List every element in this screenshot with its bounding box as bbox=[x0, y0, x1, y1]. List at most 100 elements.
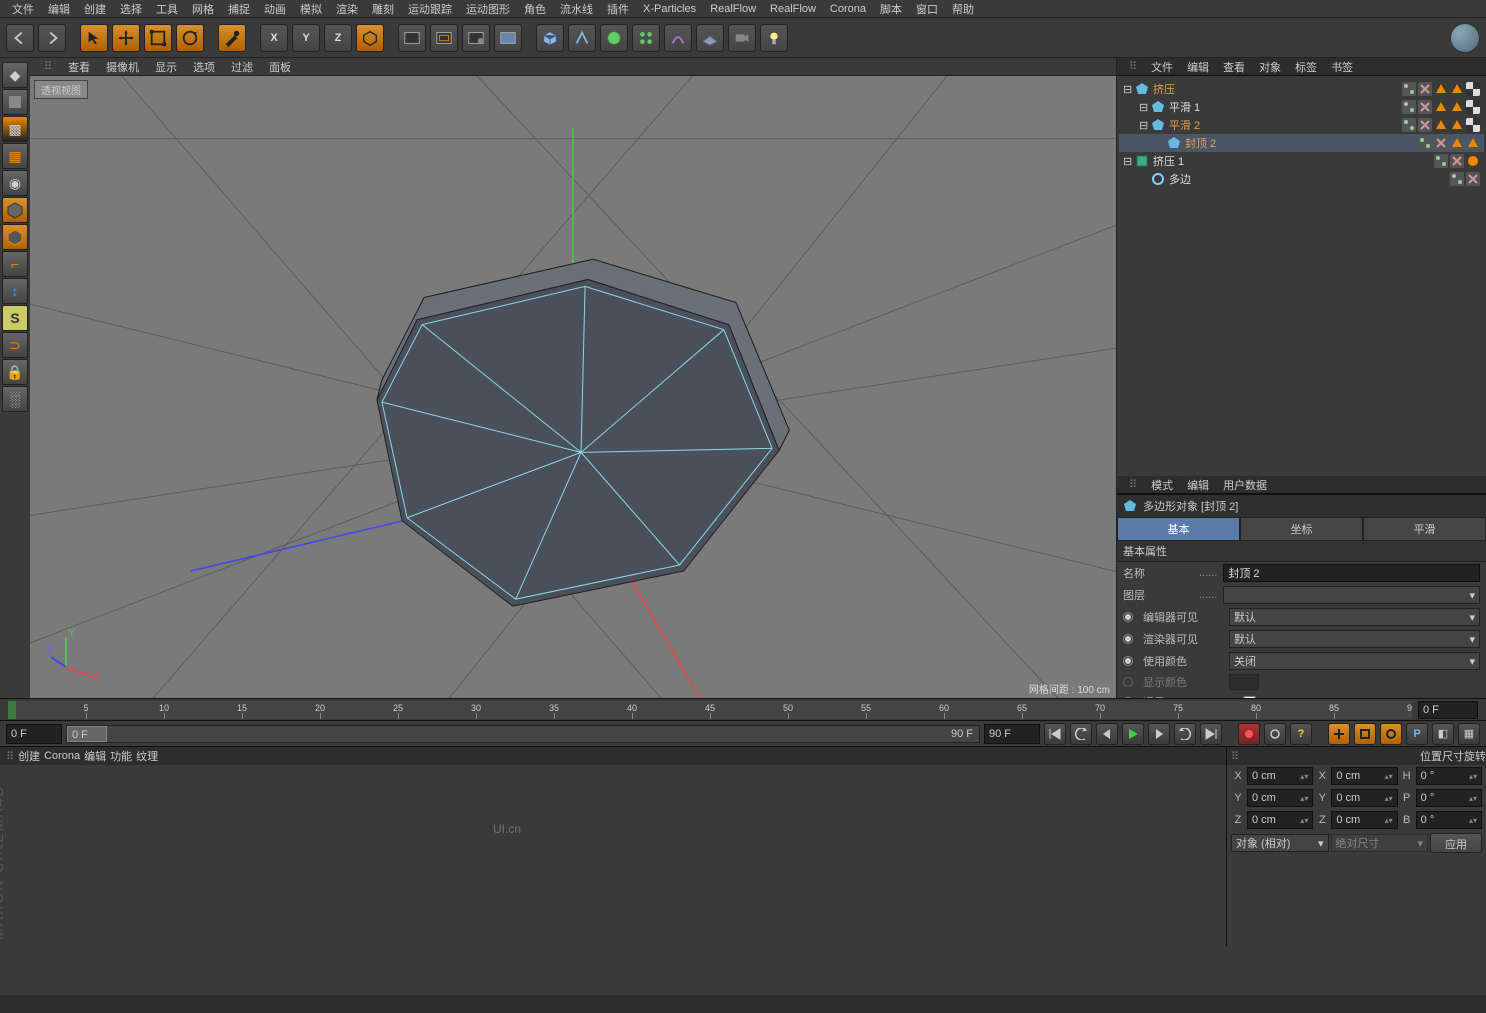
size-Y-field[interactable]: 0 cm▴▾ bbox=[1331, 789, 1397, 807]
objmgr-查看[interactable]: 查看 bbox=[1217, 57, 1251, 77]
dot-o-tag-icon[interactable] bbox=[1466, 154, 1480, 168]
content-browser-button[interactable] bbox=[1450, 23, 1480, 53]
menu-渲染[interactable]: 渲染 bbox=[330, 0, 364, 19]
render-view-button[interactable] bbox=[398, 24, 426, 52]
expand-icon[interactable]: ⊟ bbox=[1139, 101, 1149, 114]
objmgr-标签[interactable]: 标签 bbox=[1289, 57, 1323, 77]
chk-tag-icon[interactable] bbox=[1466, 118, 1480, 132]
axis-x-button[interactable]: X bbox=[260, 24, 288, 52]
tree-row-挤压 1[interactable]: ⊟ 挤压 1 bbox=[1119, 152, 1484, 170]
cube-primitive-button[interactable] bbox=[536, 24, 564, 52]
texture-mode-button[interactable]: ▩ bbox=[2, 116, 28, 142]
vpmenu-显示[interactable]: 显示 bbox=[149, 57, 183, 77]
vx-tag-icon[interactable] bbox=[1418, 118, 1432, 132]
pos-Y-field[interactable]: 0 cm▴▾ bbox=[1247, 789, 1313, 807]
coord-apply-button[interactable]: 应用 bbox=[1430, 833, 1482, 853]
menu-捕捉[interactable]: 捕捉 bbox=[222, 0, 256, 19]
select-tool[interactable] bbox=[80, 24, 108, 52]
last-tool[interactable] bbox=[218, 24, 246, 52]
point-mode-button[interactable] bbox=[2, 197, 28, 223]
vg-tag-icon[interactable] bbox=[1402, 82, 1416, 96]
console-纹理[interactable]: 纹理 bbox=[136, 748, 158, 764]
vx-tag-icon[interactable] bbox=[1450, 154, 1464, 168]
coord-abs-dropdown[interactable]: 绝对尺寸▾ bbox=[1331, 834, 1429, 852]
objmgr-编辑[interactable]: 编辑 bbox=[1181, 57, 1215, 77]
objmgr-对象[interactable]: 对象 bbox=[1253, 57, 1287, 77]
tri-o-tag-icon[interactable] bbox=[1466, 136, 1480, 150]
vg-tag-icon[interactable] bbox=[1434, 154, 1448, 168]
console-创建[interactable]: 创建 bbox=[18, 748, 40, 764]
prop-name-field[interactable] bbox=[1223, 564, 1480, 582]
menu-选择[interactable]: 选择 bbox=[114, 0, 148, 19]
size-X-field[interactable]: 0 cm▴▾ bbox=[1331, 767, 1397, 785]
object-mode-button[interactable]: ◉ bbox=[2, 170, 28, 196]
chk-tag-icon[interactable] bbox=[1466, 82, 1480, 96]
magnet-button[interactable]: ⊃ bbox=[2, 332, 28, 358]
light-button[interactable] bbox=[760, 24, 788, 52]
rotate-tool[interactable] bbox=[176, 24, 204, 52]
attrtab-平滑[interactable]: 平滑 bbox=[1363, 517, 1486, 541]
picture-viewer-button[interactable] bbox=[494, 24, 522, 52]
menu-RealFlow[interactable]: RealFlow bbox=[704, 1, 762, 17]
timeline-current-field[interactable] bbox=[1418, 701, 1478, 719]
tri-o-tag-icon[interactable] bbox=[1450, 82, 1464, 96]
prop-usecolor-dropdown[interactable]: 关闭▾ bbox=[1229, 652, 1480, 670]
vx-tag-icon[interactable] bbox=[1418, 100, 1432, 114]
prev-key-button[interactable] bbox=[1070, 723, 1092, 745]
object-tree[interactable]: ⊟ 挤压 ⊟ 平滑 1 ⊟ 平滑 2 封顶 2 ⊟ 挤压 1 多边 bbox=[1117, 76, 1486, 476]
tree-row-挤压[interactable]: ⊟ 挤压 bbox=[1119, 80, 1484, 98]
size-Z-field[interactable]: 0 cm▴▾ bbox=[1331, 811, 1397, 829]
vg-tag-icon[interactable] bbox=[1450, 172, 1464, 186]
vg-tag-icon[interactable] bbox=[1402, 100, 1416, 114]
vpmenu-选项[interactable]: 选项 bbox=[187, 57, 221, 77]
menu-运动跟踪[interactable]: 运动跟踪 bbox=[402, 0, 458, 19]
tri-o-tag-icon[interactable] bbox=[1434, 82, 1448, 96]
pos-Z-field[interactable]: 0 cm▴▾ bbox=[1247, 811, 1313, 829]
prop-edvis-dropdown[interactable]: 默认▾ bbox=[1229, 608, 1480, 626]
model-mode-button[interactable] bbox=[2, 89, 28, 115]
axis-z-button[interactable]: Z bbox=[324, 24, 352, 52]
menu-插件[interactable]: 插件 bbox=[601, 0, 635, 19]
vx-tag-icon[interactable] bbox=[1418, 82, 1432, 96]
attrhdr-模式[interactable]: 模式 bbox=[1145, 475, 1179, 495]
menu-模拟[interactable]: 模拟 bbox=[294, 0, 328, 19]
next-frame-button[interactable] bbox=[1148, 723, 1170, 745]
rot-P-field[interactable]: 0 °▴▾ bbox=[1416, 789, 1482, 807]
playhead[interactable] bbox=[8, 701, 16, 719]
menu-创建[interactable]: 创建 bbox=[78, 0, 112, 19]
menu-帮助[interactable]: 帮助 bbox=[946, 0, 980, 19]
attrhdr-用户数据[interactable]: 用户数据 bbox=[1217, 475, 1273, 495]
prop-rdvis-dropdown[interactable]: 默认▾ bbox=[1229, 630, 1480, 648]
vg-tag-icon[interactable] bbox=[1418, 136, 1432, 150]
key-pla-button[interactable]: ◧ bbox=[1432, 723, 1454, 745]
make-editable-button[interactable]: ◆ bbox=[2, 62, 28, 88]
rot-B-field[interactable]: 0 °▴▾ bbox=[1416, 811, 1482, 829]
prop-usecolor-radio[interactable] bbox=[1123, 656, 1133, 666]
objmgr-文件[interactable]: 文件 bbox=[1145, 57, 1179, 77]
menu-动画[interactable]: 动画 bbox=[258, 0, 292, 19]
lock-cage-button[interactable]: 🔒 bbox=[2, 359, 28, 385]
menu-工具[interactable]: 工具 bbox=[150, 0, 184, 19]
scale-tool[interactable] bbox=[144, 24, 172, 52]
menu-脚本[interactable]: 脚本 bbox=[874, 0, 908, 19]
console-功能[interactable]: 功能 bbox=[110, 748, 132, 764]
key-pos-button[interactable] bbox=[1328, 723, 1350, 745]
tree-row-封顶 2[interactable]: 封顶 2 bbox=[1119, 134, 1484, 152]
key-param-button[interactable]: P bbox=[1406, 723, 1428, 745]
menu-编辑[interactable]: 编辑 bbox=[42, 0, 76, 19]
expand-icon[interactable]: ⊟ bbox=[1123, 83, 1133, 96]
menu-Corona[interactable]: Corona bbox=[824, 1, 872, 17]
key-rot-button[interactable] bbox=[1380, 723, 1402, 745]
menu-文件[interactable]: 文件 bbox=[6, 0, 40, 19]
record-button[interactable] bbox=[1238, 723, 1260, 745]
prop-layer-dropdown[interactable]: ▾ bbox=[1223, 586, 1480, 604]
attrtab-坐标[interactable]: 坐标 bbox=[1240, 517, 1363, 541]
timeline-ruler[interactable]: 051015202530354045505560657075808590 bbox=[0, 698, 1486, 720]
range-start-field[interactable] bbox=[6, 724, 62, 744]
menu-RealFlow[interactable]: RealFlow bbox=[764, 1, 822, 17]
perspective-viewport[interactable]: 透视视图 bbox=[30, 76, 1116, 698]
vx-tag-icon[interactable] bbox=[1434, 136, 1448, 150]
play-button[interactable] bbox=[1122, 723, 1144, 745]
vpmenu-面板[interactable]: 面板 bbox=[263, 57, 297, 77]
prop-rdvis-radio[interactable] bbox=[1123, 634, 1133, 644]
